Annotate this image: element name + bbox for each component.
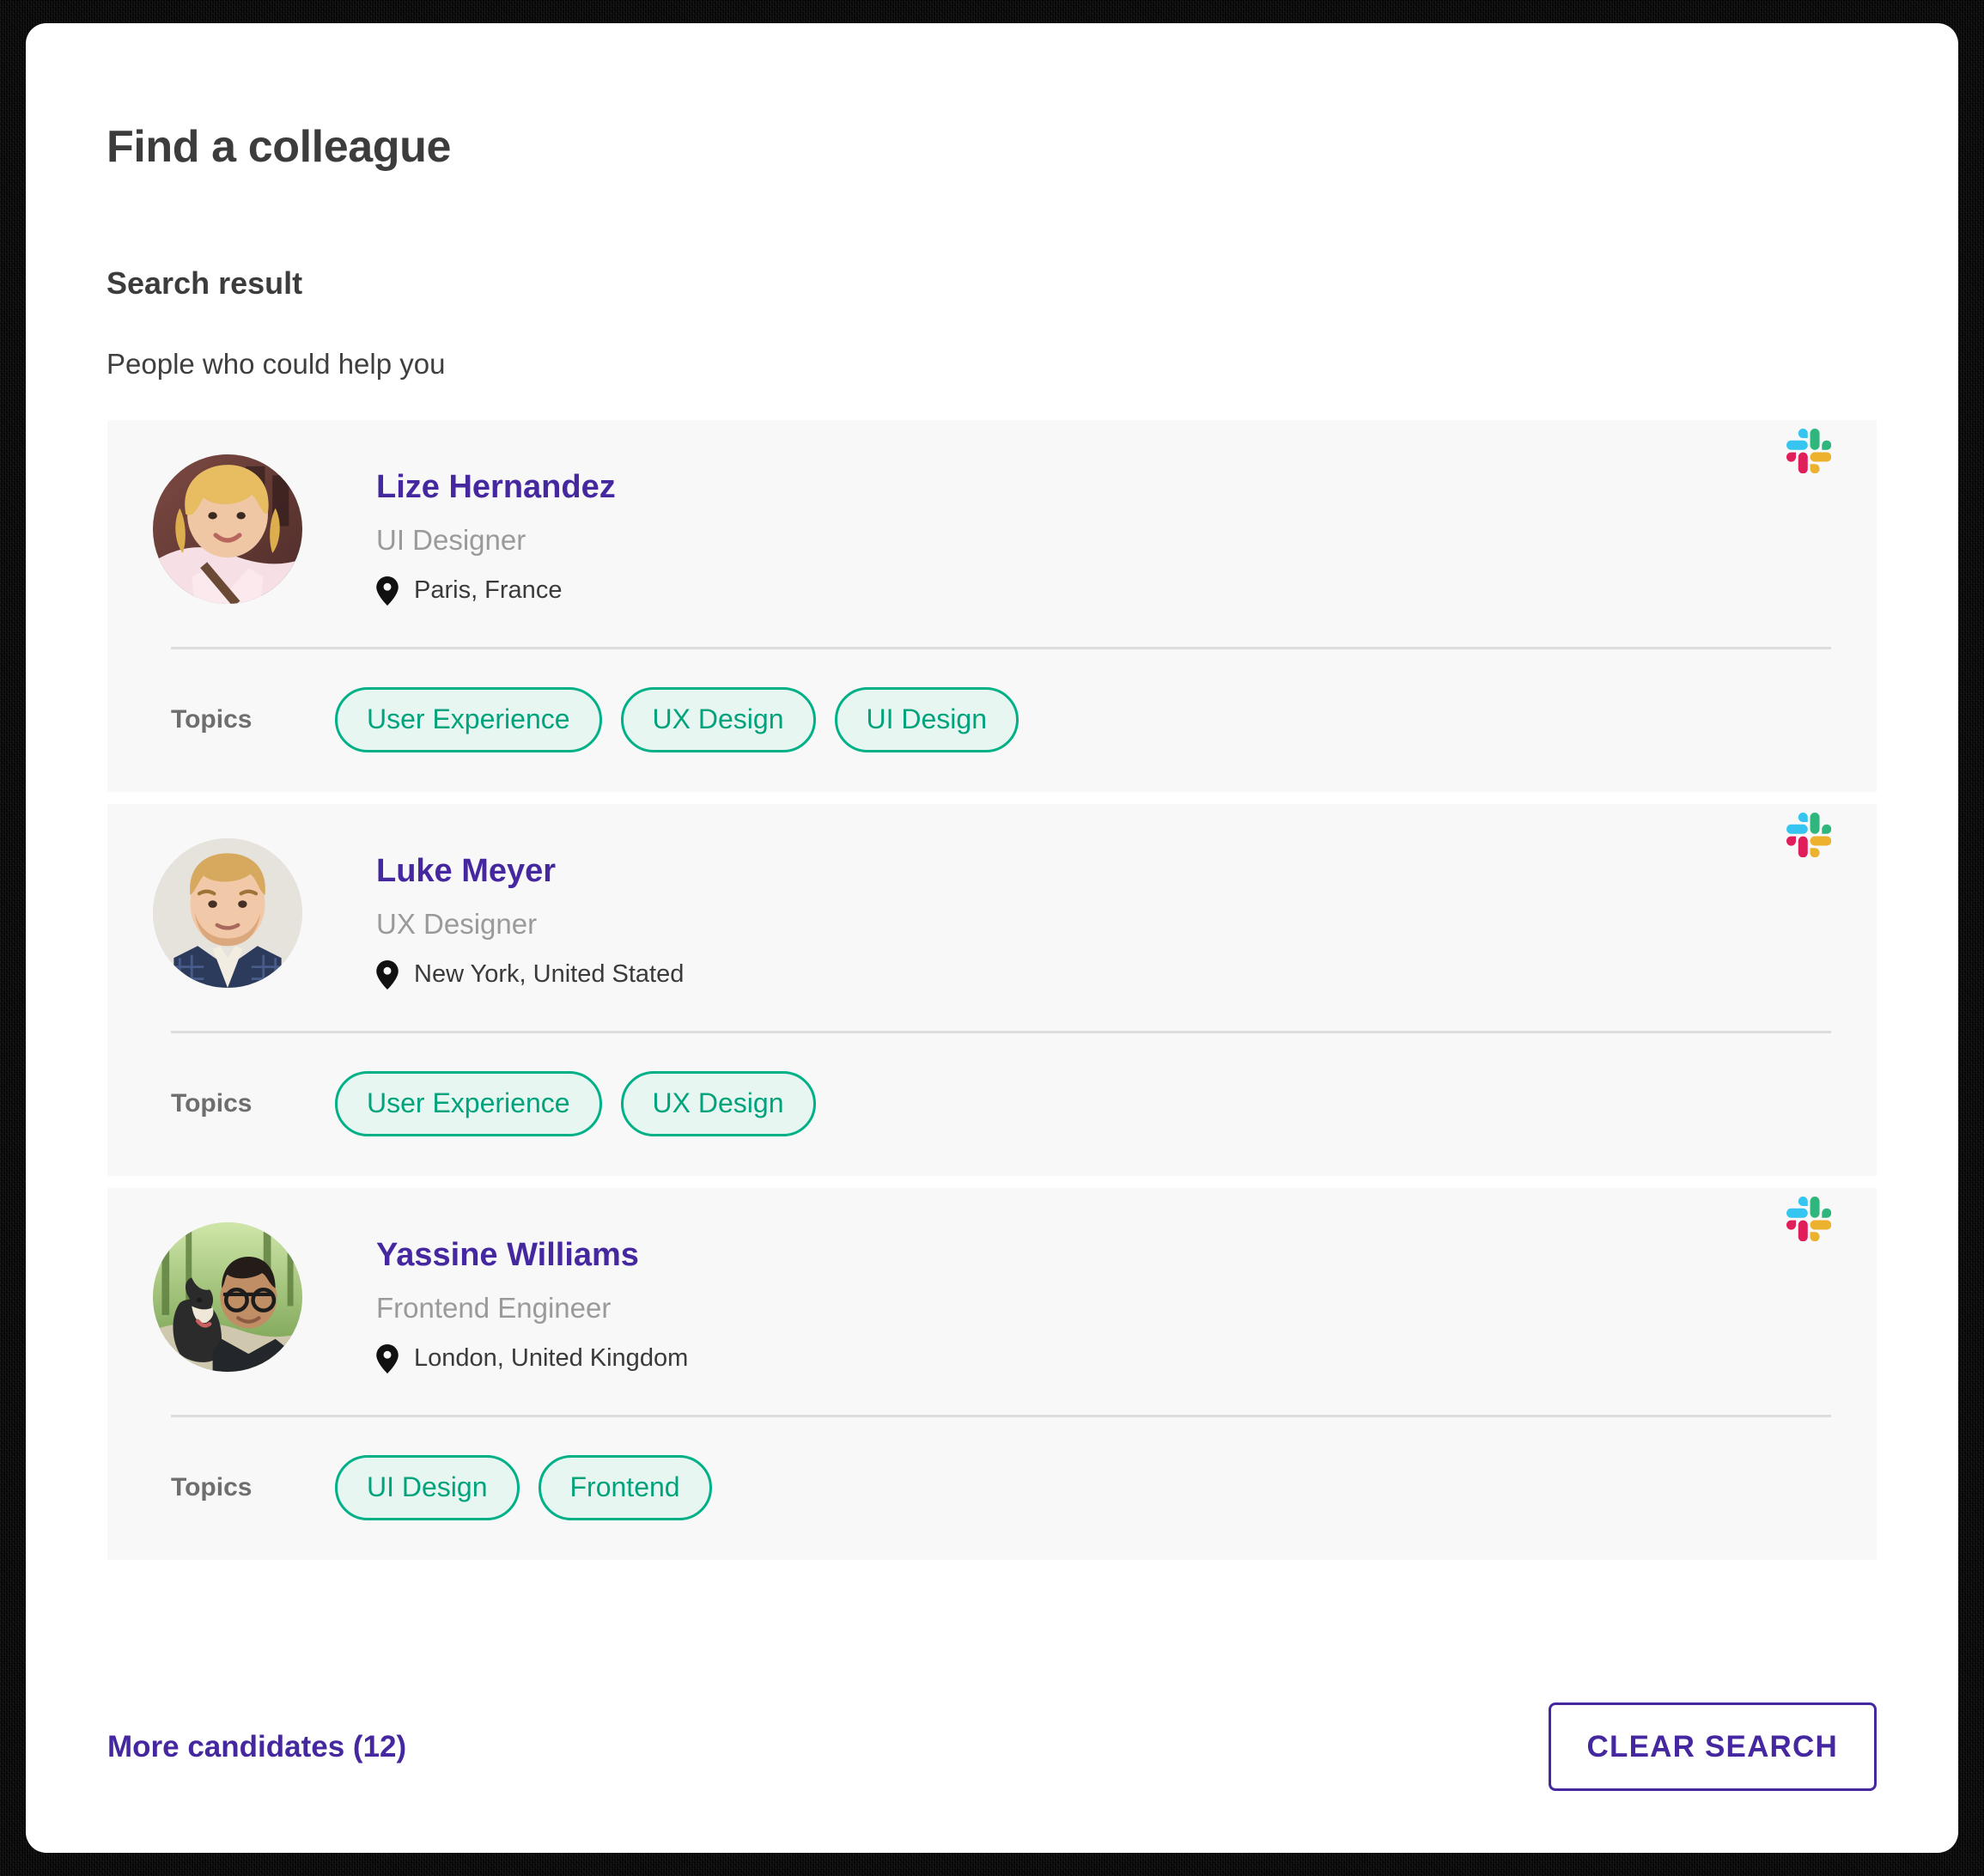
map-pin-icon [376,960,399,990]
more-candidates-link[interactable]: More candidates (12) [107,1732,406,1762]
topics-row: Topics UI Design Frontend [107,1417,1877,1560]
person-location-text: Paris, France [414,577,562,605]
person-name-link[interactable]: Lize Hernandez [376,470,616,506]
topics-label: Topics [171,1475,335,1501]
person-card-3: Yassine Williams Frontend Engineer Londo… [107,1188,1877,1560]
avatar-1 [153,454,302,604]
topic-tag[interactable]: User Experience [335,687,602,752]
clear-search-button[interactable]: CLEAR SEARCH [1549,1702,1877,1791]
slack-icon[interactable] [1786,429,1831,473]
person-role: Frontend Engineer [376,1293,1877,1324]
person-location-text: London, United Kingdom [414,1345,688,1373]
person-location: Paris, France [376,576,1877,606]
topic-tag-list: User Experience UX Design UI Design [335,687,1019,752]
search-result-heading: Search result [107,268,302,299]
person-name-link[interactable]: Yassine Williams [376,1238,639,1274]
person-role: UI Designer [376,525,1877,556]
person-location-text: New York, United Stated [414,961,684,989]
results-footer: More candidates (12) CLEAR SEARCH [107,1702,1877,1791]
person-location: New York, United Stated [376,960,1877,990]
topic-tag-list: UI Design Frontend [335,1455,712,1520]
person-card-header: Lize Hernandez UI Designer Paris, France [107,420,1877,606]
topics-label: Topics [171,1091,335,1117]
topic-tag[interactable]: UX Design [621,1071,816,1136]
map-pin-icon [376,576,399,606]
slack-icon[interactable] [1786,1197,1831,1241]
topic-tag-list: User Experience UX Design [335,1071,816,1136]
person-details: Lize Hernandez UI Designer Paris, France [376,454,1877,606]
person-details: Yassine Williams Frontend Engineer Londo… [376,1222,1877,1374]
slack-icon[interactable] [1786,813,1831,857]
person-location: London, United Kingdom [376,1344,1877,1374]
topics-row: Topics User Experience UX Design [107,1033,1877,1176]
topic-tag[interactable]: UI Design [835,687,1019,752]
person-role: UX Designer [376,909,1877,940]
person-details: Luke Meyer UX Designer New York, United … [376,838,1877,990]
person-card-header: Yassine Williams Frontend Engineer Londo… [107,1188,1877,1374]
page-title: Find a colleague [107,125,451,169]
person-card-1: Lize Hernandez UI Designer Paris, France [107,420,1877,792]
search-results-list: Lize Hernandez UI Designer Paris, France [107,420,1877,1560]
topic-tag[interactable]: UI Design [335,1455,520,1520]
person-name-link[interactable]: Luke Meyer [376,854,556,890]
search-result-subtitle: People who could help you [107,350,445,378]
topic-tag[interactable]: UX Design [621,687,816,752]
map-pin-icon [376,1344,399,1374]
topic-tag[interactable]: Frontend [539,1455,712,1520]
topic-tag[interactable]: User Experience [335,1071,602,1136]
main-panel: Find a colleague Search result People wh… [26,23,1958,1853]
topics-row: Topics User Experience UX Design UI Design [107,649,1877,792]
person-card-2: Luke Meyer UX Designer New York, United … [107,804,1877,1176]
avatar-2 [153,838,302,988]
person-card-header: Luke Meyer UX Designer New York, United … [107,804,1877,990]
avatar-3 [153,1222,302,1372]
topics-label: Topics [171,707,335,733]
